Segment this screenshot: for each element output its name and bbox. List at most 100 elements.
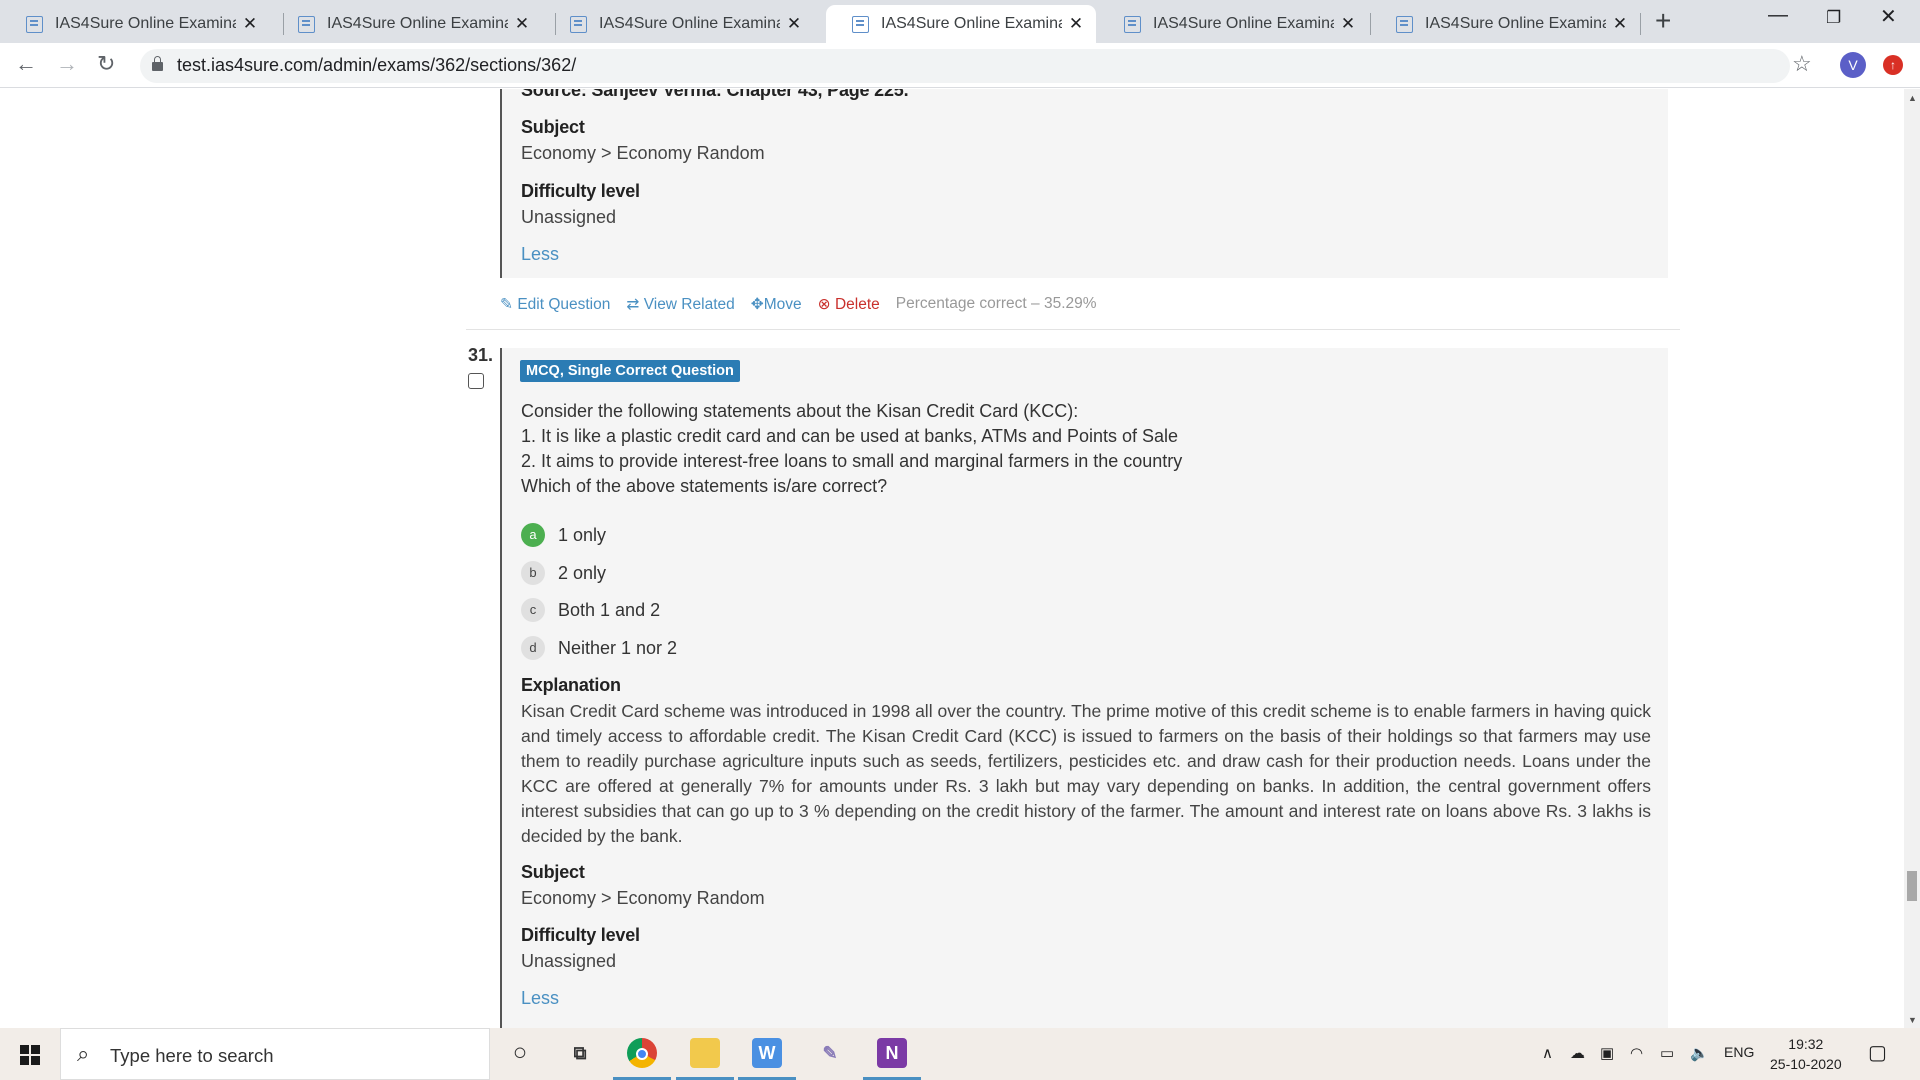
question-line: 1. It is like a plastic credit card and … <box>521 426 1179 446</box>
tab-title: IAS4Sure Online Examination <box>1425 15 1606 32</box>
view-related-link[interactable]: ⇄ View Related <box>626 295 734 314</box>
less-link[interactable]: Less <box>521 988 559 1009</box>
scroll-up-icon[interactable]: ▲ <box>1908 93 1917 103</box>
edit-question-link[interactable]: ✎ Edit Question <box>500 295 610 314</box>
profile-avatar[interactable]: V <box>1840 52 1866 78</box>
tab-title: IAS4Sure Online Examination <box>55 15 236 32</box>
subject-value: Economy > Economy Random <box>521 143 765 163</box>
close-tab-icon[interactable]: ✕ <box>514 14 530 34</box>
restore-icon[interactable]: ❐ <box>1826 8 1841 28</box>
clock[interactable]: 19:32 25-10-2020 <box>1770 1034 1842 1074</box>
clock-time: 19:32 <box>1788 1036 1824 1052</box>
difficulty-label: Difficulty level <box>521 181 640 201</box>
browser-tab[interactable]: IAS4Sure Online Examination ✕ <box>1370 5 1640 43</box>
browser-tab[interactable]: IAS4Sure Online Examination ✕ <box>0 5 270 43</box>
percentage-correct: Percentage correct – 35.29% <box>895 295 1097 312</box>
close-tab-icon[interactable]: ✕ <box>1340 14 1356 34</box>
taskbar-search[interactable]: ⌕ Type here to search <box>60 1028 490 1080</box>
url-text[interactable]: test.ias4sure.com/admin/exams/362/sectio… <box>177 55 576 76</box>
explanation-label: Explanation <box>521 675 621 695</box>
page-favicon-icon <box>26 15 43 33</box>
close-tab-icon[interactable]: ✕ <box>1068 14 1084 34</box>
back-arrow-icon[interactable]: ← <box>15 51 37 77</box>
extension-icon[interactable]: ↑ <box>1883 55 1903 75</box>
show-hidden-icons[interactable]: ∧ <box>1542 1044 1553 1062</box>
option-letter-correct: a <box>521 523 545 547</box>
search-placeholder: Type here to search <box>110 1045 274 1066</box>
chrome-icon[interactable] <box>627 1038 657 1068</box>
previous-question-card <box>500 89 1668 278</box>
question-line: Consider the following statements about … <box>521 401 1079 421</box>
question-text: Consider the following statements about … <box>521 399 1182 499</box>
volume-icon[interactable]: 🔈 <box>1690 1044 1709 1062</box>
paint-icon[interactable]: ✎ <box>815 1038 845 1068</box>
option-letter: c <box>521 598 545 622</box>
page-content: Source: Sanjeev Verma: Chapter 43, Page … <box>0 89 1904 1028</box>
language-indicator[interactable]: ENG <box>1724 1044 1754 1060</box>
notifications-icon[interactable]: ▢ <box>1868 1040 1887 1065</box>
scroll-down-icon[interactable]: ▼ <box>1908 1015 1917 1025</box>
tab-title: IAS4Sure Online Examination <box>599 15 780 32</box>
file-explorer-icon[interactable] <box>690 1038 720 1068</box>
option-letter: b <box>521 561 545 585</box>
lock-icon <box>152 56 163 71</box>
reload-icon[interactable]: ↻ <box>97 51 115 77</box>
browser-tab-active[interactable]: IAS4Sure Online Examination ✕ <box>826 5 1096 43</box>
browser-tab[interactable]: IAS4Sure Online Examination ✕ <box>544 5 814 43</box>
move-link[interactable]: ✥Move <box>751 295 802 314</box>
option-text: Both 1 and 2 <box>558 599 661 620</box>
scrollbar-thumb[interactable] <box>1907 871 1917 901</box>
question-select-checkbox[interactable] <box>468 373 484 389</box>
option-d: d Neither 1 nor 2 <box>521 636 677 660</box>
question-actions: ✎ Edit Question ⇄ View Related ✥Move ⊗ D… <box>500 295 1097 314</box>
bookmark-star-icon[interactable]: ☆ <box>1792 51 1812 77</box>
option-c: c Both 1 and 2 <box>521 598 660 622</box>
tab-title: IAS4Sure Online Examination <box>881 15 1062 32</box>
writer-app-icon[interactable]: W <box>752 1038 782 1068</box>
subject-value: Economy > Economy Random <box>521 888 765 908</box>
vertical-scrollbar[interactable]: ▲ ▼ <box>1904 89 1920 1028</box>
minimize-icon[interactable]: — <box>1768 4 1788 27</box>
battery-icon[interactable]: ▭ <box>1660 1044 1674 1062</box>
close-tab-icon[interactable]: ✕ <box>242 14 258 34</box>
divider <box>466 329 1680 330</box>
move-icon: ✥ <box>750 296 764 313</box>
question-line: 2. It aims to provide interest-free loan… <box>521 451 1183 471</box>
page-favicon-icon <box>1124 15 1141 33</box>
question-type-badge: MCQ, Single Correct Question <box>520 360 740 382</box>
tab-strip: IAS4Sure Online Examination ✕ IAS4Sure O… <box>0 0 1920 43</box>
cortana-icon[interactable]: ○ <box>505 1038 535 1068</box>
onenote-icon[interactable]: N <box>877 1038 907 1068</box>
difficulty-label: Difficulty level <box>521 925 640 945</box>
edit-icon: ✎ <box>500 296 513 313</box>
subject-label: Subject <box>521 117 585 137</box>
forward-arrow-icon[interactable]: → <box>56 51 78 77</box>
search-icon: ⌕ <box>77 1041 90 1066</box>
tab-title: IAS4Sure Online Examination <box>327 15 508 32</box>
browser-toolbar: ← → ↻ test.ias4sure.com/admin/exams/362/… <box>0 43 1920 88</box>
window-close-icon[interactable]: ✕ <box>1880 4 1897 29</box>
task-view-icon[interactable]: ⧉ <box>565 1038 595 1068</box>
option-b: b 2 only <box>521 561 606 585</box>
new-tab-button[interactable]: + <box>1655 6 1671 36</box>
page-favicon-icon <box>570 15 587 33</box>
close-tab-icon[interactable]: ✕ <box>786 14 802 34</box>
tab-title: IAS4Sure Online Examination <box>1153 15 1334 32</box>
wifi-icon[interactable]: ◠ <box>1630 1044 1643 1062</box>
display-icon[interactable]: ▣ <box>1600 1044 1614 1062</box>
windows-taskbar: ⌕ Type here to search ○ ⧉ W ✎ N ∧ ☁ ▣ ◠ … <box>0 1028 1920 1080</box>
less-link[interactable]: Less <box>521 244 559 265</box>
clock-date: 25-10-2020 <box>1770 1056 1842 1072</box>
page-favicon-icon <box>298 15 315 33</box>
close-tab-icon[interactable]: ✕ <box>1612 14 1628 34</box>
option-letter: d <box>521 636 545 660</box>
windows-start-icon[interactable] <box>20 1045 40 1065</box>
question-line: Which of the above statements is/are cor… <box>521 476 888 496</box>
browser-tab[interactable]: IAS4Sure Online Examination ✕ <box>272 5 542 43</box>
option-text: Neither 1 nor 2 <box>558 637 678 658</box>
subject-label: Subject <box>521 862 585 882</box>
browser-tab[interactable]: IAS4Sure Online Examination ✕ <box>1098 5 1368 43</box>
onedrive-icon[interactable]: ☁ <box>1570 1044 1585 1062</box>
page-favicon-icon <box>852 15 869 33</box>
delete-link[interactable]: ⊗ Delete <box>818 295 880 314</box>
